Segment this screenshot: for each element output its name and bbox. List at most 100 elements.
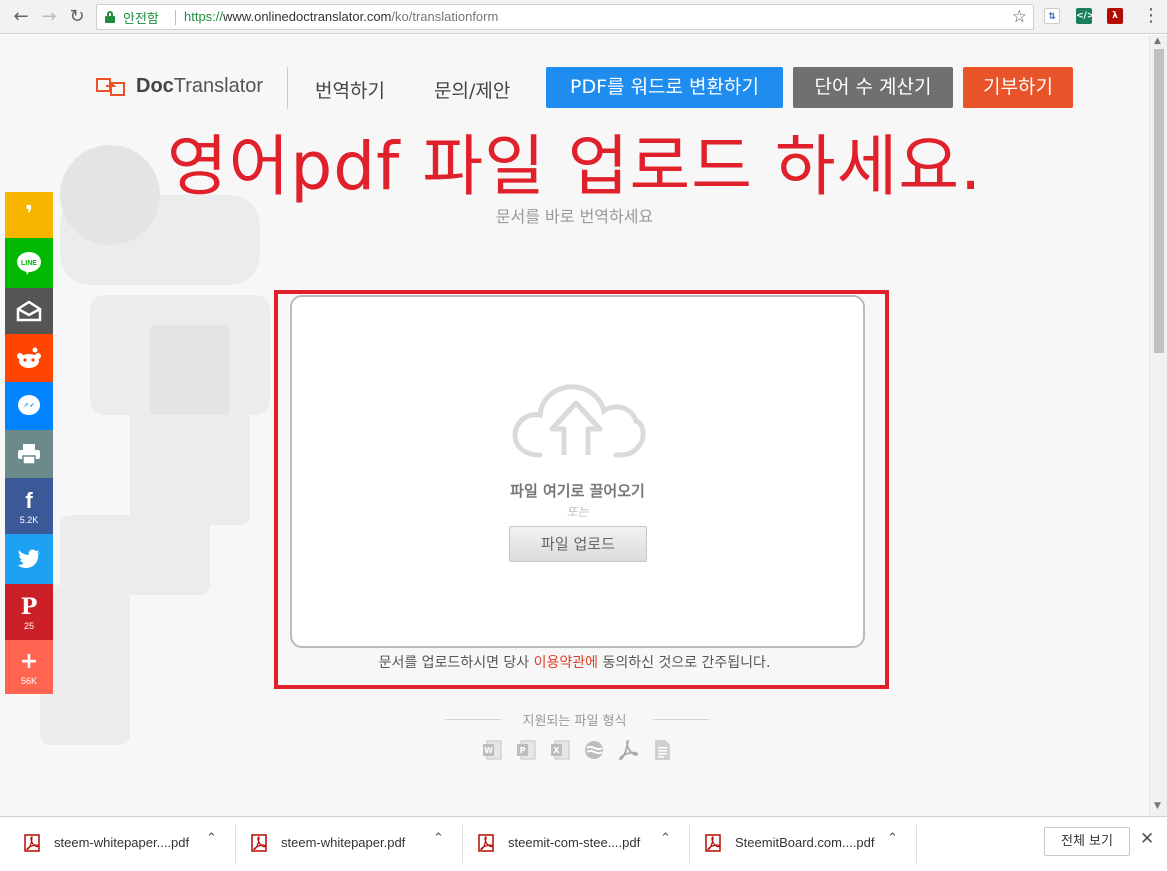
reload-icon[interactable]: ↻: [66, 6, 88, 28]
download-filename: steem-whitepaper.pdf: [281, 835, 406, 850]
share-kakaostory-button[interactable]: ❜: [5, 192, 53, 238]
bookmark-star-icon[interactable]: ☆: [1012, 7, 1027, 27]
brand-name: DocTranslator: [136, 75, 263, 98]
pinterest-icon: P: [20, 594, 38, 620]
drag-drop-text: 파일 여기로 끌어오기: [510, 482, 645, 500]
lock-icon: [105, 11, 115, 23]
download-filename: steem-whitepaper....pdf: [54, 835, 190, 850]
twitter-icon: [18, 549, 40, 568]
share-more-button[interactable]: +56K: [5, 640, 53, 694]
share-messenger-button[interactable]: [5, 382, 53, 430]
scroll-up-arrow-icon[interactable]: ▲: [1154, 36, 1161, 46]
download-item[interactable]: steem-whitepaper....pdf ⌃: [24, 817, 224, 871]
brand-name-rest: Translator: [173, 75, 264, 97]
nav-divider: [287, 67, 288, 109]
browser-toolbar: ← → ↻ 안전함 https://www.onlinedoctranslato…: [0, 0, 1167, 34]
address-divider: [175, 10, 176, 25]
chevron-up-icon[interactable]: ⌃: [206, 831, 217, 846]
download-separator: [689, 825, 690, 863]
word-icon: W: [483, 740, 502, 760]
pdf-to-word-button[interactable]: PDF를 워드로 변환하기: [546, 67, 783, 108]
forward-icon[interactable]: →: [38, 6, 60, 28]
secure-label: 안전함: [123, 12, 159, 27]
download-item[interactable]: steemit-com-stee....pdf ⌃: [478, 817, 678, 871]
browser-menu-icon[interactable]: ⋮: [1142, 5, 1160, 26]
doctranslator-logo-icon: [96, 78, 125, 96]
svg-text:X: X: [553, 746, 560, 755]
download-separator: [916, 825, 917, 863]
page-subtitle: 문서를 바로 번역하세요: [495, 207, 654, 226]
line-icon: LINE: [17, 252, 41, 275]
page-content: DocTranslator 번역하기 문의/제안 PDF를 워드로 변환하기 단…: [0, 35, 1149, 816]
share-print-button[interactable]: [5, 430, 53, 478]
terms-notice: 문서를 업로드하시면 당사 이용약관에 동의하신 것으로 간주됩니다.: [0, 652, 1149, 672]
plus-icon: +: [19, 649, 39, 674]
kakaostory-icon: ❜: [25, 202, 33, 227]
brand-name-bold: Doc: [136, 75, 174, 97]
share-reddit-button[interactable]: [5, 334, 53, 382]
or-text: 또는: [566, 505, 589, 519]
chevron-up-icon[interactable]: ⌃: [660, 831, 671, 846]
pdf-file-icon: [251, 834, 267, 852]
share-facebook-button[interactable]: f 5.2K: [5, 478, 53, 534]
email-icon: [16, 300, 42, 322]
scroll-down-arrow-icon[interactable]: ▼: [1154, 801, 1161, 811]
chevron-up-icon[interactable]: ⌃: [433, 831, 444, 846]
chevron-up-icon[interactable]: ⌃: [887, 831, 898, 846]
share-twitter-button[interactable]: [5, 534, 53, 584]
download-separator: [462, 825, 463, 863]
facebook-icon: f: [25, 488, 33, 513]
nav-contact-link[interactable]: 문의/제안: [434, 76, 510, 103]
facebook-share-count: 5.2K: [19, 515, 39, 525]
powerpoint-icon: P: [517, 740, 536, 760]
url-protocol: https://: [184, 9, 224, 24]
donate-button[interactable]: 기부하기: [963, 67, 1073, 108]
share-pinterest-button[interactable]: P 25: [5, 584, 53, 640]
download-filename: steemit-com-stee....pdf: [508, 835, 641, 850]
extension-pdf-icon[interactable]: λ: [1107, 8, 1123, 24]
back-icon[interactable]: ←: [10, 6, 32, 28]
print-icon: [18, 444, 40, 465]
page-scrollbar[interactable]: ▲ ▼: [1149, 35, 1167, 816]
svg-text:W: W: [484, 746, 493, 755]
svg-text:P: P: [520, 746, 526, 755]
download-filename: SteemitBoard.com....pdf: [735, 835, 875, 850]
formats-line-right: [653, 719, 709, 720]
cloud-upload-icon: [512, 384, 646, 458]
pdf-file-icon: [705, 834, 721, 852]
pdf-icon: [619, 740, 638, 761]
url-text[interactable]: https://www.onlinedoctranslator.com/ko/t…: [184, 9, 498, 24]
download-separator: [235, 825, 236, 863]
terms-of-use-link[interactable]: 이용약관에: [534, 655, 598, 671]
scroll-thumb[interactable]: [1154, 49, 1164, 353]
upload-dropzone[interactable]: 파일 여기로 끌어오기 또는 파일 업로드: [290, 295, 865, 648]
download-item[interactable]: steem-whitepaper.pdf ⌃: [251, 817, 451, 871]
close-icon[interactable]: ✕: [1140, 829, 1154, 849]
supported-formats-label: 지원되는 파일 형식: [522, 714, 627, 729]
excel-icon: X: [551, 740, 570, 760]
pdf-file-icon: [478, 834, 494, 852]
pinterest-share-count: 25: [23, 621, 34, 631]
downloads-bar: steem-whitepaper....pdf ⌃ steem-whitepap…: [0, 816, 1167, 871]
url-host: www.onlinedoctranslator.com: [223, 9, 392, 24]
share-email-button[interactable]: [5, 288, 53, 334]
show-all-downloads-button[interactable]: 전체 보기: [1044, 827, 1130, 856]
more-share-count: 56K: [20, 676, 37, 686]
nav-translate-link[interactable]: 번역하기: [315, 76, 385, 103]
messenger-icon: [18, 395, 40, 415]
upload-file-button[interactable]: 파일 업로드: [509, 526, 647, 562]
opendocument-icon: [585, 741, 603, 759]
text-file-icon: [655, 740, 670, 760]
address-bar[interactable]: 안전함 https://www.onlinedoctranslator.com/…: [96, 4, 1034, 30]
extension-code-icon[interactable]: </>: [1076, 8, 1094, 24]
extension-translate-icon[interactable]: ⇅: [1044, 8, 1060, 24]
page-headline: 영어pdf 파일 업로드 하세요.: [166, 128, 983, 205]
share-line-button[interactable]: LINE: [5, 238, 53, 288]
terms-text-after: 동의하신 것으로 간주됩니다.: [598, 655, 771, 671]
download-item[interactable]: SteemitBoard.com....pdf ⌃: [705, 817, 905, 871]
svg-text:LINE: LINE: [21, 260, 37, 267]
url-path: /ko/translationform: [391, 9, 499, 24]
terms-text-before: 문서를 업로드하시면 당사: [378, 655, 534, 671]
pdf-file-icon: [24, 834, 40, 852]
word-count-button[interactable]: 단어 수 계산기: [793, 67, 953, 108]
